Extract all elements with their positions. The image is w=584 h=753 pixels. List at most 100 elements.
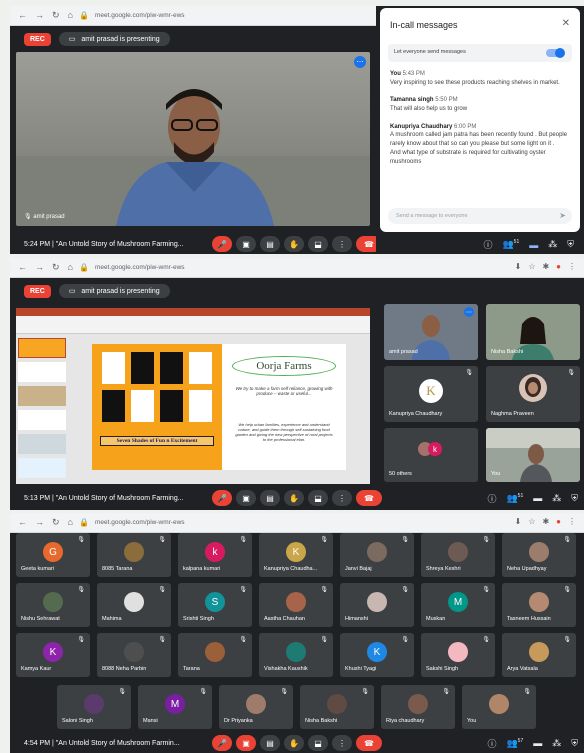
activities-icon[interactable]: ⁂	[552, 493, 561, 504]
chat-icon[interactable]: ▬	[529, 240, 538, 250]
participant-tile[interactable]: 🎙 S Srishti Singh	[178, 583, 252, 627]
leave-call-button[interactable]: ☎	[356, 735, 382, 751]
camera-button[interactable]: ▣	[236, 236, 256, 252]
messages-toggle[interactable]	[546, 48, 565, 58]
participant-tile[interactable]: 🎙 Neha Upadhyay	[502, 533, 576, 577]
participant-name: Khushi Tyagi	[345, 666, 377, 672]
more-button[interactable]: ⋮	[332, 490, 352, 506]
raise-hand-button[interactable]: ✋	[284, 490, 304, 506]
host-controls-icon[interactable]: ⛨	[567, 239, 574, 250]
send-icon[interactable]: ➤	[559, 211, 566, 220]
meeting-time: 5:24 PM	[24, 240, 51, 248]
present-button[interactable]: ⬓	[308, 236, 328, 252]
others-tile[interactable]: k 50 others	[384, 428, 478, 482]
raise-hand-button[interactable]: ✋	[284, 236, 304, 252]
camera-button[interactable]: ▣	[236, 490, 256, 506]
leave-call-button[interactable]: ☎	[356, 490, 382, 506]
extensions-icon[interactable]: ✱	[542, 262, 549, 271]
participant-name: Neha Upadhyay	[507, 566, 547, 572]
camera-button[interactable]: ▣	[236, 735, 256, 751]
back-icon[interactable]: ←	[18, 262, 27, 273]
participant-tile[interactable]: 🎙 8085 Tarana	[97, 533, 171, 577]
participant-tile[interactable]: Nisha Bakshi	[486, 304, 580, 360]
chat-message: Kanupriya Chaudhary 6:00 PM A mushroom c…	[390, 123, 568, 165]
captions-button[interactable]: ▤	[260, 236, 280, 252]
present-button[interactable]: ⬓	[308, 490, 328, 506]
more-button[interactable]: ⋮	[332, 735, 352, 751]
avatar: k	[428, 442, 442, 456]
participant-tile[interactable]: 🎙 k kalpana kumari	[178, 533, 252, 577]
participant-tile[interactable]: 🎙 Himanshi	[340, 583, 414, 627]
raise-hand-button[interactable]: ✋	[284, 735, 304, 751]
menu-icon[interactable]: ⋮	[568, 262, 576, 271]
people-icon[interactable]: 👥57	[506, 738, 523, 749]
participant-name: Vishakha Kaushik	[264, 666, 308, 672]
more-options-icon[interactable]: ⋯	[354, 56, 366, 68]
participant-tile[interactable]: 🎙 Tarana	[178, 633, 252, 677]
participant-name: Sakshi Singh	[426, 666, 459, 672]
participant-tile[interactable]: 🎙 G Geeta kumari	[16, 533, 90, 577]
participant-tile[interactable]: 🎙 Shreya Keshri	[421, 533, 495, 577]
participant-tile[interactable]: 🎙 K Khushi Tyagi	[340, 633, 414, 677]
chat-icon[interactable]: ▬	[533, 738, 542, 748]
more-button[interactable]: ⋮	[332, 236, 352, 252]
present-button[interactable]: ⬓	[308, 735, 328, 751]
reload-icon[interactable]: ↻	[52, 262, 60, 273]
participant-tile[interactable]: 🎙 Arya Vatsala	[502, 633, 576, 677]
home-icon[interactable]: ⌂	[68, 262, 73, 273]
reload-icon[interactable]: ↻	[52, 10, 60, 21]
participant-tile[interactable]: 🎙 Sakshi Singh	[421, 633, 495, 677]
participant-tile[interactable]: 🎙 Riya chaudhary	[381, 685, 455, 729]
participant-tile[interactable]: 🎙 Tasneem Hussain	[502, 583, 576, 627]
mic-off-icon: 🎙	[320, 537, 328, 543]
leave-call-button[interactable]: ☎	[356, 236, 376, 252]
back-icon[interactable]: ←	[18, 10, 27, 21]
people-icon[interactable]: 👥51	[502, 239, 519, 250]
star-icon[interactable]: ☆	[528, 262, 535, 271]
host-controls-icon[interactable]: ⛨	[571, 493, 578, 504]
participant-tile[interactable]: 🎙 Dr Priyanka	[219, 685, 293, 729]
participant-tile[interactable]: 🎙 Mahima	[97, 583, 171, 627]
mic-button[interactable]: 🎤	[212, 735, 232, 751]
chat-icon[interactable]: ▬	[533, 493, 542, 503]
address-bar[interactable]: meet.google.com/piw-wmr-ews	[95, 264, 185, 271]
info-icon[interactable]: ⓘ	[487, 737, 496, 750]
participant-tile[interactable]: ⋯ amit prasad	[384, 304, 478, 360]
participant-tile[interactable]: 🎙 K Kanupriya Chaudha...	[259, 533, 333, 577]
participant-tile[interactable]: 🎙 M Muskan	[421, 583, 495, 627]
mic-off-icon: 🎙	[77, 637, 85, 643]
people-icon[interactable]: 👥51	[506, 493, 523, 504]
mic-button[interactable]: 🎤	[212, 490, 232, 506]
participant-tile[interactable]: 🎙 Vishakha Kaushik	[259, 633, 333, 677]
forward-icon[interactable]: →	[35, 10, 44, 21]
forward-icon[interactable]: →	[35, 262, 44, 273]
participant-tile[interactable]: 🎙 K Kanupriya Chaudhary	[384, 366, 478, 422]
download-icon[interactable]: ⬇	[515, 262, 522, 271]
participant-tile[interactable]: 🎙 Naghma Praveen	[486, 366, 580, 422]
info-icon[interactable]: ⓘ	[483, 238, 492, 251]
participant-tile[interactable]: 🎙 Saloni Singh	[57, 685, 131, 729]
participant-tile[interactable]: 🎙 Nishu Sehrawat	[16, 583, 90, 627]
participant-tile[interactable]: 🎙 K Kamya Kaur	[16, 633, 90, 677]
participant-tile[interactable]: 🎙 8088 Neha Parbin	[97, 633, 171, 677]
chat-input[interactable]: Send a message to everyone ➤	[388, 208, 572, 224]
host-controls-icon[interactable]: ⛨	[571, 738, 578, 749]
activities-icon[interactable]: ⁂	[552, 738, 561, 749]
participant-tile[interactable]: 🎙 M Mansi	[138, 685, 212, 729]
self-tile[interactable]: You	[486, 428, 580, 482]
activities-icon[interactable]: ⁂	[548, 239, 557, 250]
participant-tile[interactable]: 🎙 Aastha Chauhan	[259, 583, 333, 627]
close-icon[interactable]: ✕	[562, 18, 570, 29]
more-options-icon[interactable]: ⋯	[464, 307, 474, 317]
mic-button[interactable]: 🎤	[212, 236, 232, 252]
participant-tile[interactable]: 🎙 Nisha Bakshi	[300, 685, 374, 729]
profile-icon[interactable]: ●	[556, 262, 561, 271]
participant-tile[interactable]: 🎙 You	[462, 685, 536, 729]
info-icon[interactable]: ⓘ	[487, 492, 496, 505]
address-bar[interactable]: meet.google.com/piw-wmr-ews	[95, 12, 185, 19]
home-icon[interactable]: ⌂	[68, 10, 73, 21]
captions-button[interactable]: ▤	[260, 735, 280, 751]
captions-button[interactable]: ▤	[260, 490, 280, 506]
participant-tile[interactable]: 🎙 Janvi Bajaj	[340, 533, 414, 577]
presenting-chip: ▭ amit prasad is presenting	[58, 284, 170, 298]
